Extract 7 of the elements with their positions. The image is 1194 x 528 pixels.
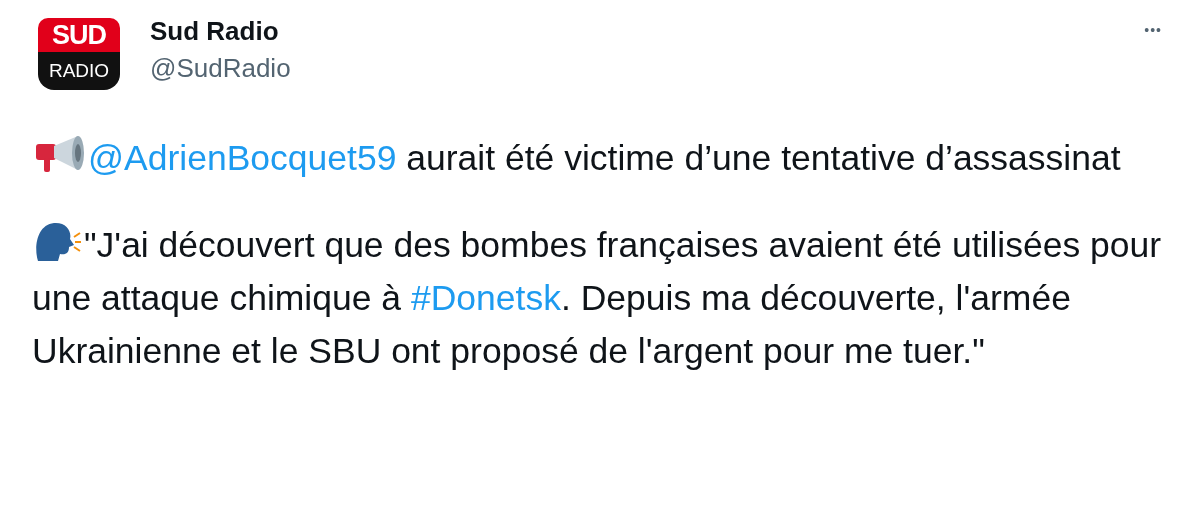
logo-top: SUD xyxy=(38,18,120,52)
more-button[interactable]: ••• xyxy=(1144,22,1162,38)
logo-bottom: RADIO xyxy=(38,52,120,90)
account-handle[interactable]: @SudRadio xyxy=(150,53,291,84)
account-name[interactable]: Sud Radio xyxy=(150,16,291,47)
tweet-paragraph: "J'ai découvert que des bombes françaises avaient été utilisées pour une attaque chimique à #Donetsk. Depuis ma découverte, l'armée Ukrainienne et le SBU ont proposé de l'argent pour me tuer." xyxy=(32,219,1172,378)
tweet-paragraph: @AdrienBocquet59 aurait été victime d’une tentative d’assassinat xyxy=(32,132,1172,185)
